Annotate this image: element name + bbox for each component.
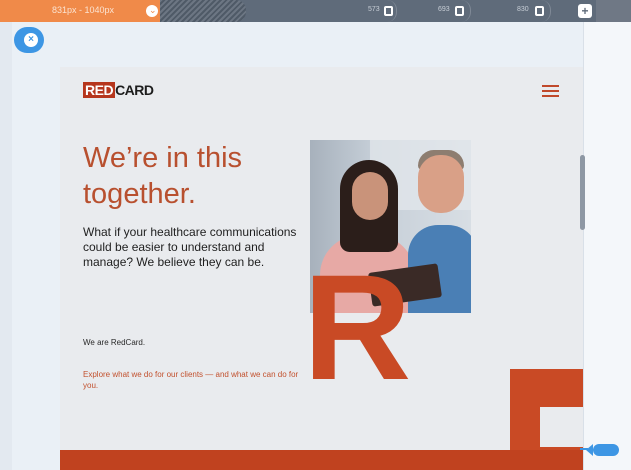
toolbar-end (596, 0, 631, 22)
left-gutter (0, 22, 12, 470)
explore-link[interactable]: Explore what we do for our clients — and… (83, 369, 303, 391)
breakpoint-label-573: 573 (368, 6, 380, 13)
we-are-text: We are RedCard. (83, 338, 146, 347)
vertical-resize-handle[interactable] (580, 155, 585, 230)
hero-headline: We’re in this together. (83, 142, 243, 210)
tablet-icon[interactable] (455, 6, 464, 16)
big-letter-e-notch (540, 407, 583, 447)
logo-red-part: RED (83, 82, 116, 98)
breakpoint-label-693: 693 (438, 6, 450, 13)
big-letter-r: R (303, 243, 411, 411)
tablet-icon[interactable] (535, 6, 544, 16)
hamburger-icon[interactable] (542, 85, 559, 97)
zoom-slider-handle[interactable] (593, 444, 619, 456)
site-preview: RED CARD We’re in this together. What if … (60, 67, 583, 470)
footer-band (60, 450, 583, 470)
active-breakpoint-label: 831px - 1040px (52, 5, 115, 15)
slider-arrow-icon[interactable] (586, 444, 593, 456)
redcard-logo[interactable]: RED CARD (83, 82, 154, 98)
breakpoint-label-830: 830 (517, 6, 529, 13)
plus-icon[interactable]: + (578, 4, 592, 18)
close-icon[interactable]: × (24, 33, 38, 47)
right-gutter (583, 22, 631, 470)
logo-card-part: CARD (115, 82, 154, 98)
hero-subheadline: What if your healthcare communications c… (83, 225, 297, 269)
tablet-icon[interactable] (384, 6, 393, 16)
chevron-down-icon: ⌄ (149, 5, 157, 15)
disabled-breakpoint-zone (160, 0, 246, 22)
